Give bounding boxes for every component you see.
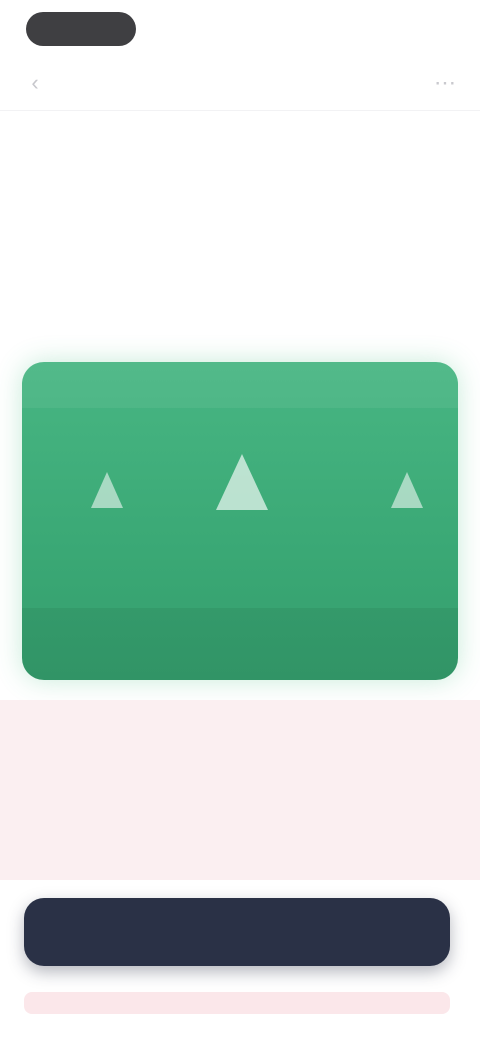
trophy-icon: [91, 472, 123, 508]
leaderboard-card: [22, 362, 458, 680]
header-bar: ‹ ⋯: [0, 58, 480, 110]
status-time-pill: [26, 12, 136, 46]
bottom-banner: [24, 992, 450, 1014]
card-footer-strip: [22, 608, 458, 680]
share-icon[interactable]: ⋯: [432, 70, 458, 96]
primary-action-button[interactable]: [24, 898, 450, 966]
info-section: [0, 700, 480, 880]
chevron-left-icon[interactable]: ‹: [22, 70, 48, 96]
trophy-icon: [216, 454, 268, 510]
podium-first: [182, 454, 302, 520]
podium-second: [62, 472, 152, 518]
podium-third: [362, 472, 452, 518]
card-header-strip: [22, 362, 458, 408]
header-divider: [0, 110, 480, 111]
trophy-icon: [391, 472, 423, 508]
